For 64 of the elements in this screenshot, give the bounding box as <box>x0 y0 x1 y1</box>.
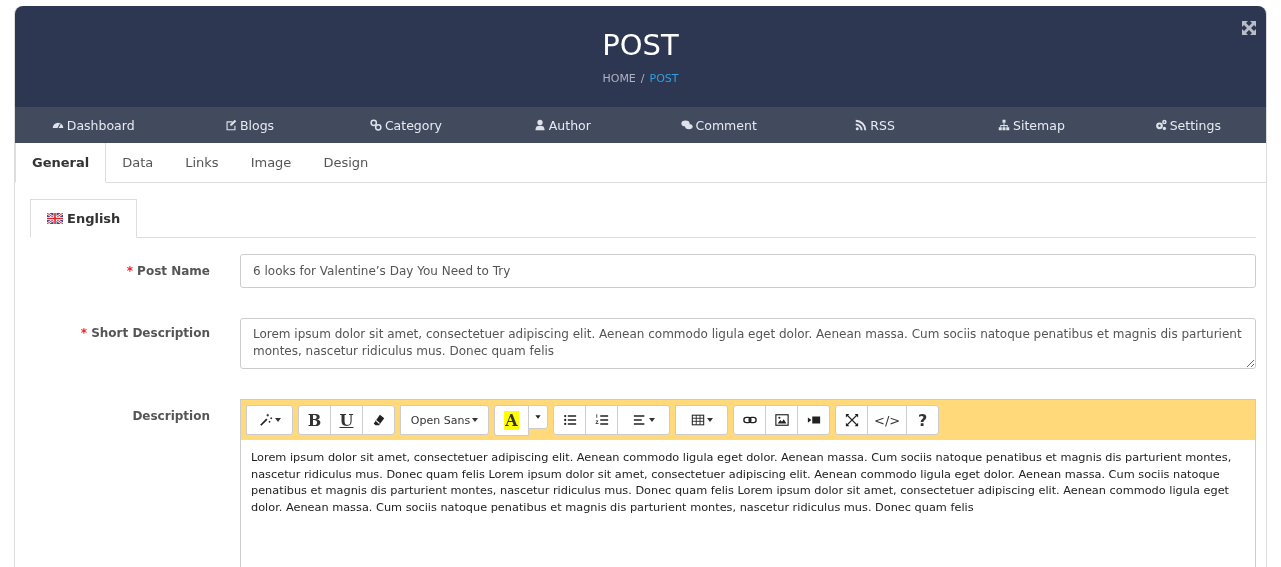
edit-icon <box>225 119 237 131</box>
color-dropdown-button[interactable] <box>528 405 548 429</box>
align-button[interactable] <box>617 405 670 435</box>
short-description-field[interactable]: Lorem ipsum dolor sit amet, consectetuer adipiscing elit. Aenean commodo ligula eget dolor. Aenean massa. Cum sociis natoque penatibus et magnis dis parturient montes, nascetur ridiculus mus. Donec quam felis <box>240 318 1256 369</box>
align-icon <box>632 413 647 427</box>
text-color-button[interactable]: A <box>494 405 529 436</box>
breadcrumb-link[interactable]: HOME <box>602 72 636 85</box>
field-label: Short Description <box>91 326 210 340</box>
image-icon <box>774 413 789 427</box>
sitemap-icon <box>998 119 1011 131</box>
tab[interactable]: Links <box>169 143 235 183</box>
bullet-list-button[interactable] <box>553 405 586 435</box>
magic-wand-button[interactable] <box>246 405 293 435</box>
help-button[interactable]: ? <box>906 405 940 435</box>
numbered-list-button[interactable] <box>585 405 618 435</box>
table-button[interactable] <box>675 405 728 435</box>
required-mark: * <box>126 264 134 278</box>
field-label: Description <box>132 409 210 423</box>
nav-link[interactable]: Dashboard <box>15 107 172 143</box>
editor-text[interactable]: Lorem ipsum dolor sit amet, consectetuer adipiscing elit. Aenean commodo ligula eget dolor. Aenean massa. Cum sociis natoque penatibus et magnis dis parturient montes, nascetur ridiculus mus. Donec quam felis Lorem ipsum dolor sit amet, consectetuer adipiscing elit. Aenean commodo ligula eget dolor. Aenean massa. Cum sociis natoque penatibus et magnis dis parturient montes, nascetur ridiculus mus. Donec quam felis Lorem ipsum dolor sit amet, consectetuer adipiscing elit. Aenean commodo ligula eget dolor. Aenean massa. Cum sociis natoque penatibus et magnis dis parturient montes, nascetur ridiculus mus. Donec quam felis <box>241 440 1255 526</box>
caret-icon <box>472 418 479 422</box>
breadcrumb-link[interactable]: POST <box>649 72 679 85</box>
nav-link[interactable]: Comment <box>640 107 797 143</box>
field-label: Post Name <box>137 264 210 278</box>
image-button[interactable] <box>765 405 798 435</box>
nav-link[interactable]: Settings <box>1109 107 1266 143</box>
nav-link[interactable]: Blogs <box>171 107 328 143</box>
fullscreen-button[interactable] <box>835 405 868 435</box>
comment-icon <box>680 119 693 131</box>
underline-button[interactable]: U <box>330 405 363 435</box>
ol-icon <box>594 413 609 427</box>
tab[interactable]: Image <box>234 143 308 183</box>
rss-icon <box>855 119 868 131</box>
nav-link[interactable]: Sitemap <box>953 107 1110 143</box>
caret-icon <box>648 418 655 422</box>
tab[interactable]: General <box>15 143 107 183</box>
font-dropdown[interactable]: Open Sans <box>400 405 489 435</box>
link-icon <box>369 119 382 131</box>
video-button[interactable] <box>797 405 830 435</box>
link-button[interactable] <box>733 405 766 435</box>
post-name-field[interactable]: 6 looks for Valentine’s Day You Need to Try <box>240 254 1256 288</box>
nav-link[interactable]: Category <box>327 107 485 143</box>
flag-icon <box>47 213 63 224</box>
fullscreen-icon <box>844 413 859 427</box>
table-icon <box>690 413 705 427</box>
expand-icon[interactable] <box>1241 20 1257 36</box>
breadcrumb-separator: / <box>640 72 645 85</box>
caret-icon <box>706 418 713 422</box>
nav-link[interactable]: RSS <box>796 107 954 143</box>
eraser-button[interactable] <box>362 405 395 435</box>
caret-icon <box>274 418 281 422</box>
bold-button[interactable]: B <box>298 405 331 435</box>
language-tab[interactable]: English <box>30 199 138 238</box>
required-mark: * <box>80 326 88 340</box>
tab[interactable]: Design <box>307 143 385 183</box>
page-title: POST <box>602 28 679 62</box>
user-icon <box>533 119 546 131</box>
tab[interactable]: Data <box>106 143 170 183</box>
nav-link[interactable]: Author <box>484 107 641 143</box>
code-view-button[interactable]: </> <box>867 405 908 435</box>
ul-icon <box>562 413 577 427</box>
magic-icon <box>258 413 273 427</box>
gears-icon <box>1154 119 1167 131</box>
eraser-icon <box>371 413 386 427</box>
